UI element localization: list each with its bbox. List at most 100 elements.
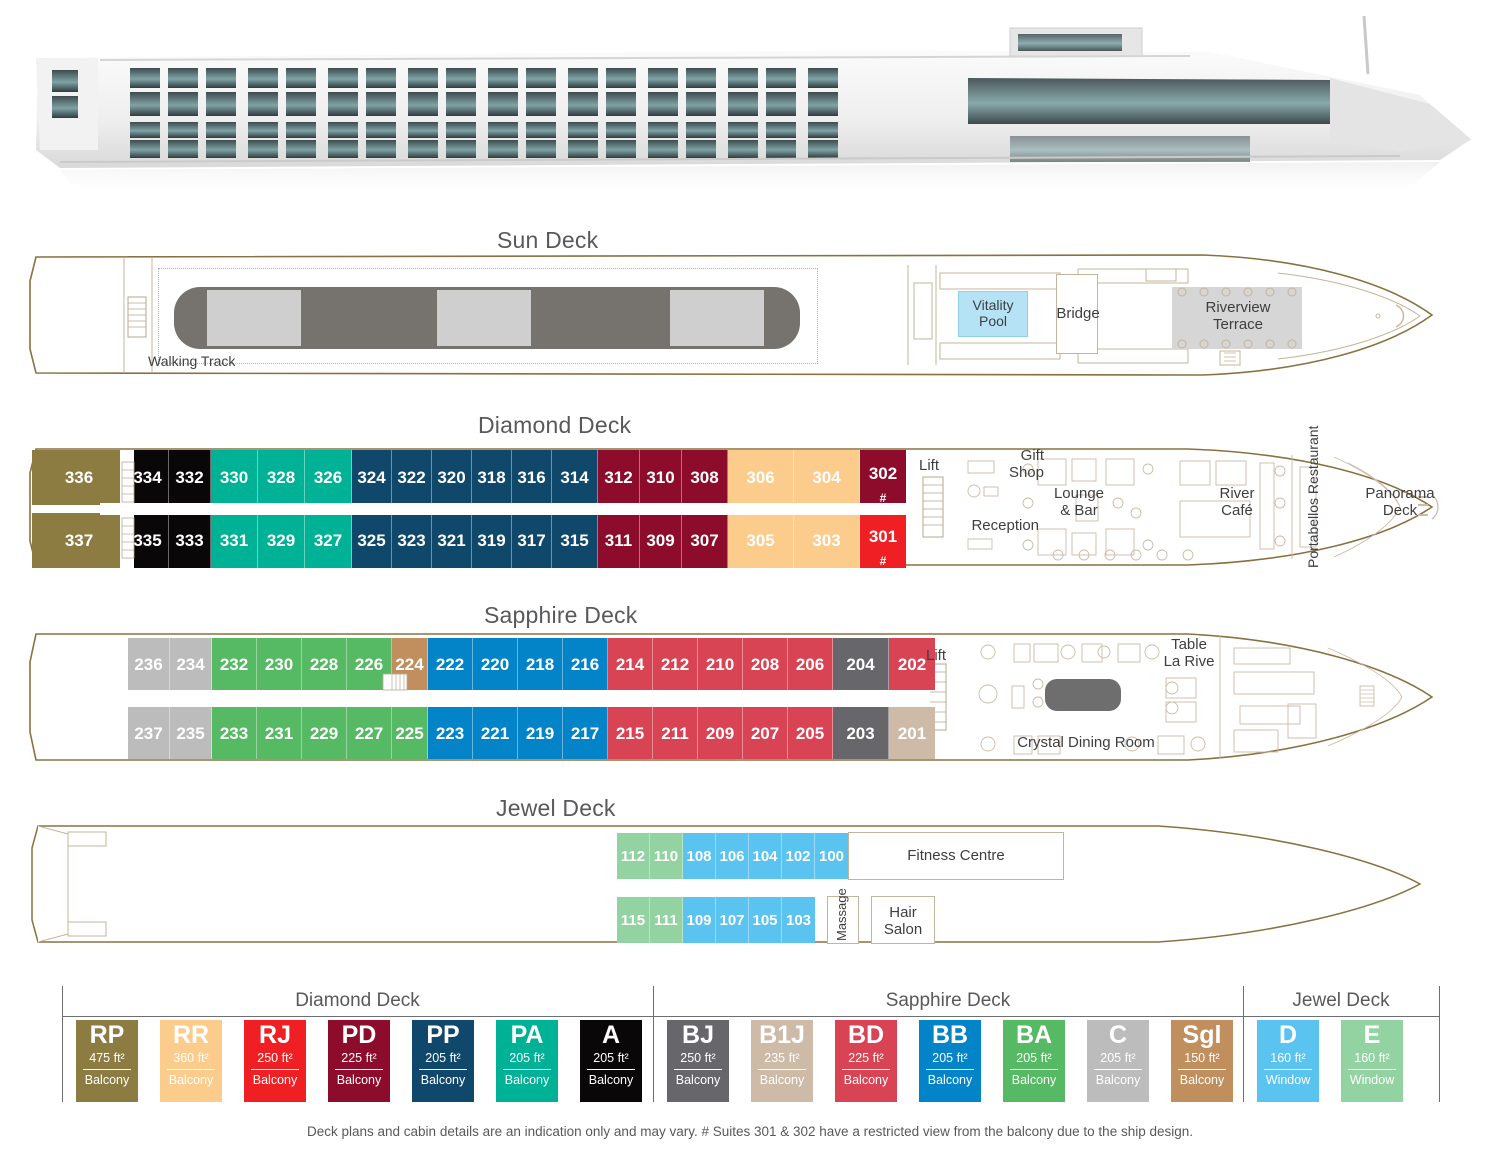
cabin-329[interactable]: 329 <box>258 513 305 568</box>
cabin-215[interactable]: 215 <box>608 707 653 759</box>
legend-swatch-pa[interactable]: PA 205 ft² Balcony <box>496 1020 558 1102</box>
cabin-214[interactable]: 214 <box>608 638 653 690</box>
cabin-234[interactable]: 234 <box>170 638 212 690</box>
hair-salon-label: Hair Salon <box>883 904 923 938</box>
legend-swatch-c[interactable]: C 205 ft² Balcony <box>1087 1020 1149 1102</box>
cabin-330[interactable]: 330 <box>211 450 258 505</box>
cabin-235[interactable]: 235 <box>170 707 212 759</box>
legend-swatch-b1j[interactable]: B1J 235 ft² Balcony <box>751 1020 813 1102</box>
cabin-203[interactable]: 203 <box>833 707 889 759</box>
cabin-317[interactable]: 317 <box>512 513 552 568</box>
legend-view-type: Balcony <box>759 1072 805 1087</box>
cabin-320[interactable]: 320 <box>432 450 472 505</box>
cabin-102[interactable]: 102 <box>782 833 815 879</box>
cabin-221[interactable]: 221 <box>473 707 518 759</box>
cabin-208[interactable]: 208 <box>743 638 788 690</box>
cabin-316[interactable]: 316 <box>512 450 552 505</box>
cabin-303[interactable]: 303 <box>794 513 860 568</box>
cabin-305[interactable]: 305 <box>728 513 794 568</box>
cabin-312[interactable]: 312 <box>598 450 640 505</box>
cabin-309[interactable]: 309 <box>640 513 682 568</box>
cabin-321[interactable]: 321 <box>432 513 472 568</box>
cabin-302[interactable]: 302 # <box>860 450 906 505</box>
cabin-223[interactable]: 223 <box>428 707 473 759</box>
cabin-225[interactable]: 225 <box>392 707 428 759</box>
cabin-327[interactable]: 327 <box>305 513 352 568</box>
cabin-217[interactable]: 217 <box>563 707 608 759</box>
cabin-222[interactable]: 222 <box>428 638 473 690</box>
cabin-105[interactable]: 105 <box>749 897 782 943</box>
cabin-100[interactable]: 100 <box>815 833 848 879</box>
legend-swatch-pp[interactable]: PP 205 ft² Balcony <box>412 1020 474 1102</box>
cabin-201[interactable]: 201 <box>889 707 935 759</box>
legend-swatch-e[interactable]: E 160 ft² Window <box>1341 1020 1403 1102</box>
cabin-332[interactable]: 332 <box>169 450 211 505</box>
cabin-107[interactable]: 107 <box>716 897 749 943</box>
cabin-number: 335 <box>133 531 162 550</box>
legend-swatch-bd[interactable]: BD 225 ft² Balcony <box>835 1020 897 1102</box>
cabin-218[interactable]: 218 <box>518 638 563 690</box>
cabin-210[interactable]: 210 <box>698 638 743 690</box>
cabin-211[interactable]: 211 <box>653 707 698 759</box>
cabin-314[interactable]: 314 <box>552 450 598 505</box>
cabin-306[interactable]: 306 <box>728 450 794 505</box>
legend-swatch-rp[interactable]: RP 475 ft² Balcony <box>76 1020 138 1102</box>
cabin-204[interactable]: 204 <box>833 638 889 690</box>
cabin-337[interactable]: 337 <box>32 513 127 568</box>
cabin-109[interactable]: 109 <box>683 897 716 943</box>
cabin-301[interactable]: 301 # <box>860 513 906 568</box>
cabin-333[interactable]: 333 <box>169 513 211 568</box>
cabin-323[interactable]: 323 <box>392 513 432 568</box>
cabin-110[interactable]: 110 <box>650 833 683 879</box>
cabin-331[interactable]: 331 <box>211 513 258 568</box>
cabin-233[interactable]: 233 <box>212 707 257 759</box>
cabin-308[interactable]: 308 <box>682 450 728 505</box>
cabin-325[interactable]: 325 <box>352 513 392 568</box>
cabin-108[interactable]: 108 <box>683 833 716 879</box>
cabin-227[interactable]: 227 <box>347 707 392 759</box>
legend-swatch-pd[interactable]: PD 225 ft² Balcony <box>328 1020 390 1102</box>
cabin-207[interactable]: 207 <box>743 707 788 759</box>
cabin-304[interactable]: 304 <box>794 450 860 505</box>
cabin-206[interactable]: 206 <box>788 638 833 690</box>
cabin-322[interactable]: 322 <box>392 450 432 505</box>
cabin-232[interactable]: 232 <box>212 638 257 690</box>
cabin-318[interactable]: 318 <box>472 450 512 505</box>
cabin-103[interactable]: 103 <box>782 897 815 943</box>
cabin-111[interactable]: 111 <box>650 897 683 943</box>
legend-swatch-bj[interactable]: BJ 250 ft² Balcony <box>667 1020 729 1102</box>
cabin-212[interactable]: 212 <box>653 638 698 690</box>
cabin-310[interactable]: 310 <box>640 450 682 505</box>
cabin-229[interactable]: 229 <box>302 707 347 759</box>
legend-swatch-rj[interactable]: RJ 250 ft² Balcony <box>244 1020 306 1102</box>
cabin-236[interactable]: 236 <box>128 638 170 690</box>
cabin-315[interactable]: 315 <box>552 513 598 568</box>
legend-swatch-sgl[interactable]: Sgl 150 ft² Balcony <box>1171 1020 1233 1102</box>
cabin-220[interactable]: 220 <box>473 638 518 690</box>
legend-swatch-d[interactable]: D 160 ft² Window <box>1257 1020 1319 1102</box>
cabin-104[interactable]: 104 <box>749 833 782 879</box>
cabin-324[interactable]: 324 <box>352 450 392 505</box>
sapphire-lift-label: Lift <box>926 647 947 664</box>
cabin-311[interactable]: 311 <box>598 513 640 568</box>
cabin-336[interactable]: 336 <box>32 450 127 505</box>
cabin-319[interactable]: 319 <box>472 513 512 568</box>
cabin-219[interactable]: 219 <box>518 707 563 759</box>
cabin-209[interactable]: 209 <box>698 707 743 759</box>
cabin-115[interactable]: 115 <box>617 897 650 943</box>
cabin-228[interactable]: 228 <box>302 638 347 690</box>
legend-swatch-ba[interactable]: BA 205 ft² Balcony <box>1003 1020 1065 1102</box>
cabin-328[interactable]: 328 <box>258 450 305 505</box>
cabin-230[interactable]: 230 <box>257 638 302 690</box>
cabin-112[interactable]: 112 <box>617 833 650 879</box>
cabin-237[interactable]: 237 <box>128 707 170 759</box>
legend-swatch-bb[interactable]: BB 205 ft² Balcony <box>919 1020 981 1102</box>
legend-swatch-a[interactable]: A 205 ft² Balcony <box>580 1020 642 1102</box>
cabin-205[interactable]: 205 <box>788 707 833 759</box>
cabin-231[interactable]: 231 <box>257 707 302 759</box>
cabin-326[interactable]: 326 <box>305 450 352 505</box>
cabin-216[interactable]: 216 <box>563 638 608 690</box>
legend-swatch-rr[interactable]: RR 360 ft² Balcony <box>160 1020 222 1102</box>
cabin-307[interactable]: 307 <box>682 513 728 568</box>
cabin-106[interactable]: 106 <box>716 833 749 879</box>
